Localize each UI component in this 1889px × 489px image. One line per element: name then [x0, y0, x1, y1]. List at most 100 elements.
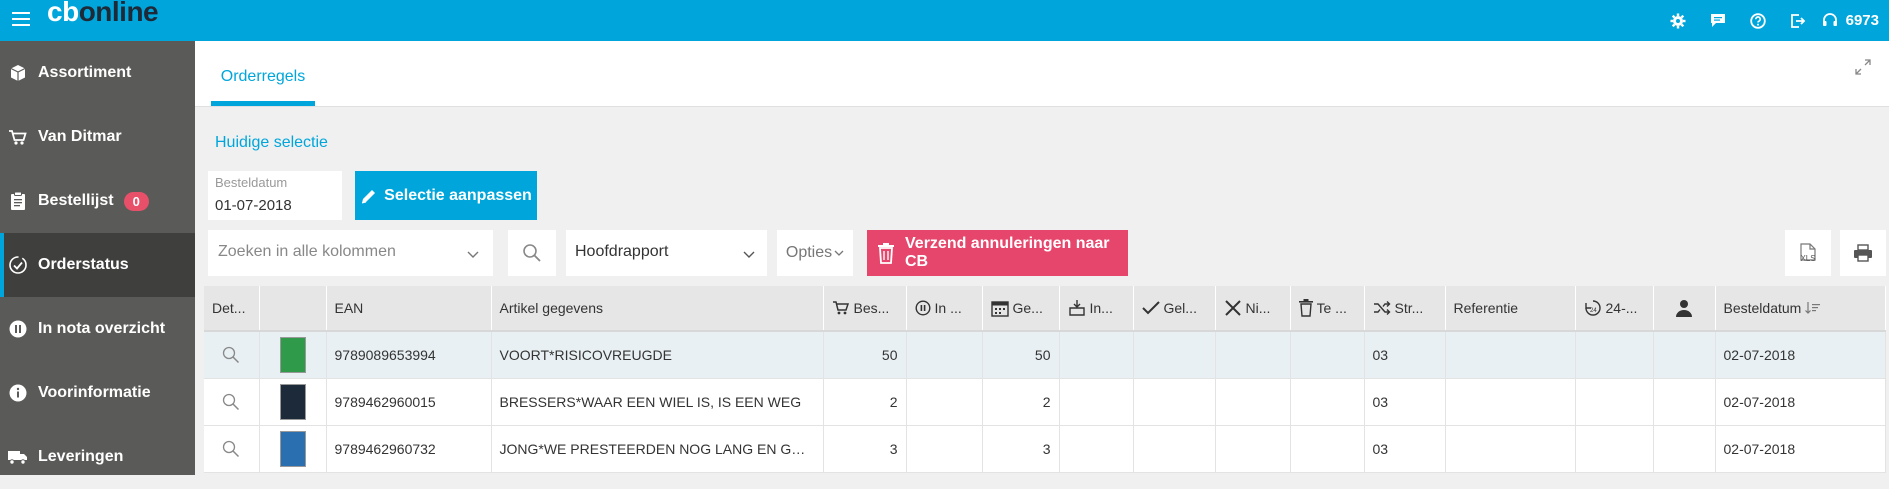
- column-header-cover[interactable]: [259, 286, 327, 332]
- order-date-value: 01-07-2018: [215, 197, 292, 214]
- gear-icon[interactable]: [1658, 0, 1698, 41]
- column-header-te-annuleren[interactable]: Te ...: [1290, 286, 1365, 332]
- send-cancellations-label: Verzend annuleringen naar CB: [905, 235, 1110, 270]
- column-header-geleverd[interactable]: Gel...: [1133, 286, 1216, 332]
- niet-leverbaar-cell: [1215, 378, 1291, 426]
- pause-circle-icon: [6, 317, 30, 341]
- besteldatum-cell: 02-07-2018: [1715, 425, 1886, 473]
- menu-icon[interactable]: [12, 12, 30, 26]
- sidebar-item-leveringen[interactable]: Leveringen: [0, 425, 195, 489]
- help-icon[interactable]: [1738, 0, 1778, 41]
- sidebar-item-van-ditmar[interactable]: Van Ditmar: [0, 105, 195, 169]
- logout-icon[interactable]: [1778, 0, 1818, 41]
- box-download-icon: [1068, 299, 1086, 317]
- cover-cell: [259, 331, 327, 379]
- xls-icon: XLS: [1800, 243, 1816, 263]
- column-header-klant[interactable]: [1653, 286, 1716, 332]
- column-header-artikel[interactable]: Artikel gegevens: [491, 286, 824, 332]
- 24-uurs-cell: [1575, 331, 1654, 379]
- besteld-cell: 3: [823, 425, 907, 473]
- shuffle-icon: [1373, 300, 1391, 316]
- sidebar-item-label: Bestellijst: [38, 192, 114, 209]
- search-input[interactable]: Zoeken in alle kolommen: [208, 230, 493, 276]
- report-select[interactable]: Hoofdrapport: [566, 230, 767, 276]
- in-ontvangst-cell: [1059, 425, 1134, 473]
- column-header-24-uurs[interactable]: 24 24-...: [1575, 286, 1654, 332]
- sort-desc-icon: [1805, 301, 1821, 315]
- geleverd-cell: [1133, 378, 1216, 426]
- klant-cell: [1653, 331, 1716, 379]
- export-xls-button[interactable]: XLS: [1785, 230, 1831, 276]
- in-behandeling-cell: [906, 378, 983, 426]
- search-button[interactable]: [508, 230, 556, 276]
- column-header-details[interactable]: Det...: [204, 286, 260, 332]
- column-header-in-ontvangst[interactable]: In...: [1059, 286, 1134, 332]
- sidebar-item-voorinformatie[interactable]: Voorinformatie: [0, 361, 195, 425]
- magnifier-icon[interactable]: [212, 393, 251, 411]
- table-row[interactable]: 9789462960015 BRESSERS*WAAR EEN WIEL IS, …: [204, 378, 1886, 426]
- te-annuleren-cell: [1290, 425, 1365, 473]
- gepland-cell: 3: [982, 425, 1060, 473]
- klant-cell: [1653, 425, 1716, 473]
- besteldatum-cell: 02-07-2018: [1715, 378, 1886, 426]
- search-icon: [522, 243, 542, 263]
- tab-orderregels[interactable]: Orderregels: [211, 68, 315, 106]
- sidebar-item-in-nota-overzicht[interactable]: In nota overzicht: [0, 297, 195, 361]
- column-header-niet-leverbaar[interactable]: Ni...: [1215, 286, 1291, 332]
- magnifier-icon[interactable]: [212, 346, 251, 364]
- geleverd-cell: [1133, 331, 1216, 379]
- column-header-besteldatum[interactable]: Besteldatum: [1715, 286, 1886, 332]
- stroom-cell: 03: [1364, 425, 1446, 473]
- app-logo[interactable]: cbonline: [47, 0, 159, 30]
- sidebar-item-assortiment[interactable]: Assortiment: [0, 41, 195, 105]
- cart-icon: [6, 125, 30, 149]
- details-cell: [204, 331, 260, 379]
- column-header-in-behandeling[interactable]: In ...: [906, 286, 983, 332]
- support-count: 6973: [1845, 12, 1879, 29]
- adjust-selection-label: Selectie aanpassen: [384, 186, 532, 204]
- expand-icon[interactable]: [1855, 59, 1871, 80]
- trash-icon: [1298, 299, 1313, 317]
- send-cancellations-button[interactable]: Verzend annuleringen naar CB: [867, 230, 1128, 276]
- column-header-ean[interactable]: EAN: [326, 286, 492, 332]
- artikel-cell: VOORT*RISICOVREUGDE: [491, 331, 824, 379]
- chevron-down-icon: [467, 246, 479, 264]
- stroom-cell: 03: [1364, 331, 1446, 379]
- sidebar: Assortiment Van Ditmar Bestellijst 0 Ord…: [0, 41, 195, 475]
- sidebar-item-label: Orderstatus: [38, 256, 129, 273]
- sidebar-item-label: Van Ditmar: [38, 128, 122, 145]
- column-header-gepland[interactable]: Ge...: [982, 286, 1060, 332]
- column-header-referentie[interactable]: Referentie: [1445, 286, 1576, 332]
- artikel-cell: BRESSERS*WAAR EEN WIEL IS, IS EEN WEG: [491, 378, 824, 426]
- svg-text:24: 24: [1590, 308, 1597, 314]
- printer-icon: [1853, 243, 1873, 263]
- print-button[interactable]: [1840, 230, 1886, 276]
- details-cell: [204, 378, 260, 426]
- sidebar-item-label: Voorinformatie: [38, 384, 151, 401]
- referentie-cell: [1445, 331, 1576, 379]
- adjust-selection-button[interactable]: Selectie aanpassen: [355, 171, 537, 220]
- check-icon: [1141, 300, 1160, 316]
- top-bar: cbonline 6973: [0, 0, 1889, 41]
- headset-icon[interactable]: [1818, 0, 1842, 41]
- ean-cell: 9789462960015: [326, 378, 492, 426]
- sidebar-item-orderstatus[interactable]: Orderstatus: [0, 233, 195, 297]
- table-header-row: Det... EAN Artikel gegevens Bes... In ..…: [204, 286, 1886, 332]
- column-header-stroom[interactable]: Str...: [1364, 286, 1446, 332]
- besteldatum-cell: 02-07-2018: [1715, 331, 1886, 379]
- table-row[interactable]: 9789089653994 VOORT*RISICOVREUGDE 50 50 03 02…: [204, 331, 1886, 379]
- chat-icon[interactable]: [1698, 0, 1738, 41]
- book-cover-image: [279, 430, 306, 467]
- sidebar-item-label: Assortiment: [38, 64, 132, 81]
- options-dropdown[interactable]: Opties: [777, 230, 853, 276]
- chevron-down-icon: [743, 246, 755, 264]
- check-circle-icon: [6, 253, 30, 277]
- column-header-besteld[interactable]: Bes...: [823, 286, 907, 332]
- besteld-cell: 2: [823, 378, 907, 426]
- table-row[interactable]: 9789462960732 JONG*WE PRESTEERDEN NOG LAN…: [204, 425, 1886, 473]
- sidebar-item-bestellijst[interactable]: Bestellijst 0: [0, 169, 195, 233]
- main-content: Orderregels Huidige selectie Besteldatum…: [195, 41, 1889, 475]
- magnifier-icon[interactable]: [212, 440, 251, 458]
- pencil-icon: [360, 187, 378, 205]
- chevron-down-icon: [834, 250, 844, 257]
